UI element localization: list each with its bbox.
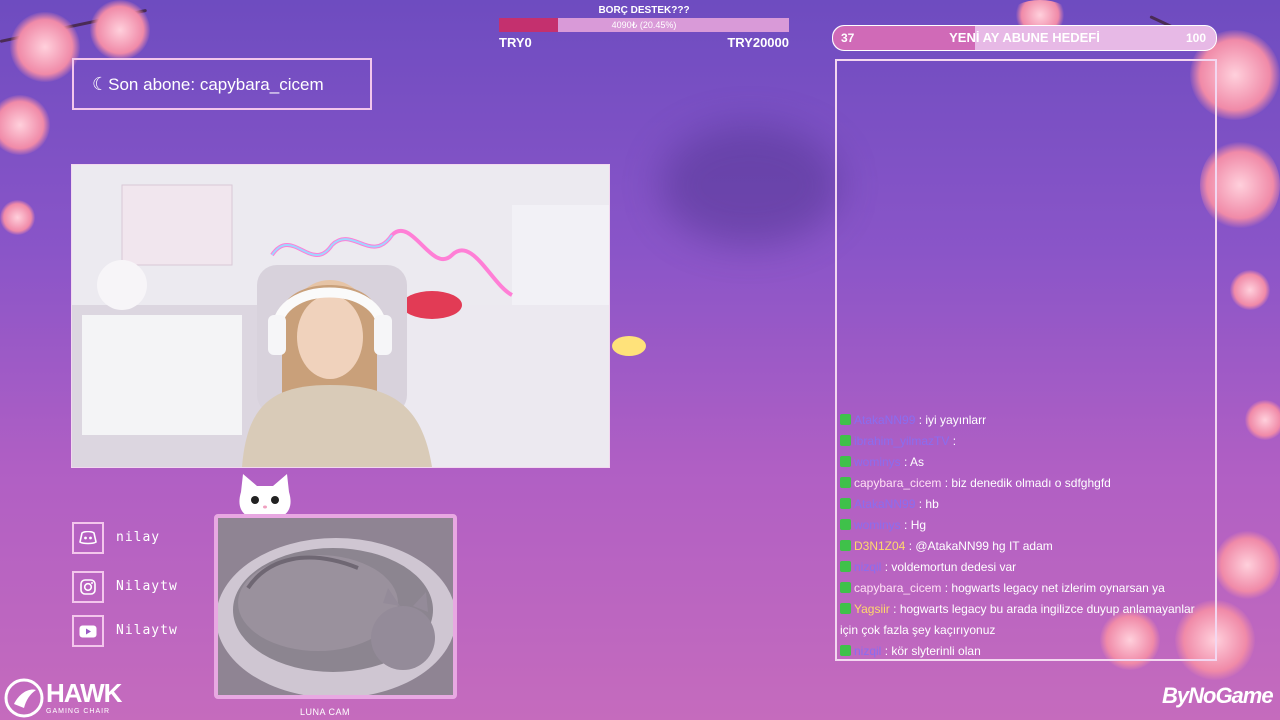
chat-message: nizqil : kör slyterinli olan: [840, 641, 1212, 662]
webcam-image: [72, 165, 609, 467]
kick-badge-icon: [840, 519, 851, 530]
moon-icon: ☾: [92, 74, 109, 94]
chat-separator: :: [905, 539, 916, 553]
last-sub-text: Son abone: capybara_cicem: [108, 75, 324, 94]
donation-max-label: TRY20000: [727, 35, 789, 50]
chat-separator: :: [941, 476, 952, 490]
donation-progress-text: 4090₺ (20.45%): [611, 20, 677, 30]
chat-separator: :: [900, 518, 911, 532]
blossom-decoration: [1230, 270, 1270, 310]
chat-separator: :: [881, 644, 892, 658]
chat-message: nizqil : voldemortun dedesi var: [840, 557, 1212, 578]
blossom-decoration: [0, 95, 50, 155]
donation-goal: BORÇ DESTEK??? 4090₺ (20.45%) TRY0 TRY20…: [499, 4, 789, 50]
last-sub-box: ☾Son abone: capybara_cicem: [72, 58, 372, 110]
cat-cam-label: LUNA CAM: [300, 707, 351, 717]
instagram-icon: [72, 571, 104, 603]
chat-username[interactable]: AtakaNN99: [854, 497, 915, 511]
bynogame-watermark: ByNoGame: [1162, 683, 1274, 708]
kick-badge-icon: [840, 561, 851, 572]
youtube-icon: [72, 615, 104, 647]
discord-icon: [72, 522, 104, 554]
chat-separator: :: [915, 497, 926, 511]
blossom-decoration: [1245, 400, 1280, 440]
chat-separator: :: [915, 413, 926, 427]
chat-separator: :: [889, 602, 900, 616]
cloud-decoration: [660, 125, 840, 245]
kick-badge-icon: [840, 456, 851, 467]
hawk-tagline: GAMING CHAIR: [46, 708, 111, 715]
kick-badge-icon: [840, 540, 851, 551]
discord-handle: nilay: [116, 530, 161, 545]
chat-message: wominys : As: [840, 452, 1212, 473]
chat-text: kör slyterinli olan: [891, 644, 981, 658]
kick-badge-icon: [840, 414, 851, 425]
chat-username[interactable]: capybara_cicem: [854, 581, 941, 595]
chat-text: hogwarts legacy net izlerim oynarsan ya: [951, 581, 1165, 595]
chat-message: ibrahim_yilmazTV :: [840, 431, 1212, 452]
chat-text: @AtakaNN99 hg IT adam: [915, 539, 1053, 553]
lantern-glow: [612, 336, 646, 356]
chat-username[interactable]: capybara_cicem: [854, 476, 941, 490]
chat-message: D3N1Z04 : @AtakaNN99 hg IT adam: [840, 536, 1212, 557]
webcam-feed: [71, 164, 610, 468]
chat-list: AtakaNN99 : iyi yayınlarr ibrahim_yilmazT…: [840, 410, 1212, 662]
chat-text: iyi yayınlarr: [925, 413, 987, 427]
kick-badge-icon: [840, 435, 851, 446]
blossom-decoration: [0, 200, 35, 235]
chat-username[interactable]: D3N1Z04: [854, 539, 905, 553]
chat-separator: :: [949, 434, 957, 448]
blossom-decoration: [1215, 530, 1280, 600]
blossom-decoration: [90, 0, 150, 60]
chat-username[interactable]: wominys: [854, 455, 901, 469]
chat-username[interactable]: nizqil: [854, 644, 881, 658]
donation-min-label: TRY0: [499, 35, 532, 50]
chat-username[interactable]: Yagsiir: [854, 602, 890, 616]
sub-goal-label: YENİ AY ABUNE HEDEFİ: [949, 30, 1100, 45]
instagram-handle: Nilaytw: [116, 579, 178, 594]
chat-message: AtakaNN99 : iyi yayınlarr: [840, 410, 1212, 431]
chat-username[interactable]: wominys: [854, 518, 901, 532]
chat-message: Yagsiir : hogwarts legacy bu arada ingil…: [840, 599, 1212, 641]
chat-username[interactable]: ibrahim_yilmazTV: [854, 434, 949, 448]
kick-badge-icon: [840, 645, 851, 656]
chat-separator: :: [881, 560, 892, 574]
kick-badge-icon: [840, 498, 851, 509]
chat-message: capybara_cicem : biz denedik olmadı o sd…: [840, 473, 1212, 494]
cat-cam-image: [218, 518, 453, 695]
chat-text: hb: [925, 497, 939, 511]
chat-username[interactable]: AtakaNN99: [854, 413, 915, 427]
blossom-decoration: [10, 12, 80, 82]
kick-badge-icon: [840, 582, 851, 593]
chat-text: Hg: [910, 518, 927, 532]
chat-separator: :: [900, 455, 911, 469]
chat-text: As: [910, 455, 925, 469]
hawk-logo: HAWK GAMING CHAIR: [4, 678, 122, 720]
chat-message: AtakaNN99 : hb: [840, 494, 1212, 515]
kick-badge-icon: [840, 477, 851, 488]
chat-message: wominys : Hg: [840, 515, 1212, 536]
chat-text: voldemortun dedesi var: [891, 560, 1017, 574]
donation-progress-bar: 4090₺ (20.45%): [499, 18, 789, 32]
chat-username[interactable]: nizqil: [854, 560, 881, 574]
cat-cam-feed: [214, 514, 457, 699]
chat-message: capybara_cicem : hogwarts legacy net izl…: [840, 578, 1212, 599]
sub-goal-bar: 37 YENİ AY ABUNE HEDEFİ 100: [832, 25, 1217, 51]
chat-text: biz denedik olmadı o sdfghgfd: [951, 476, 1111, 490]
chat-separator: :: [941, 581, 952, 595]
hawk-brand: HAWK: [46, 678, 122, 708]
sub-goal-target: 100: [1185, 31, 1206, 45]
youtube-handle: Nilaytw: [116, 623, 178, 638]
kick-badge-icon: [840, 603, 851, 614]
donation-title: BORÇ DESTEK???: [598, 5, 690, 16]
